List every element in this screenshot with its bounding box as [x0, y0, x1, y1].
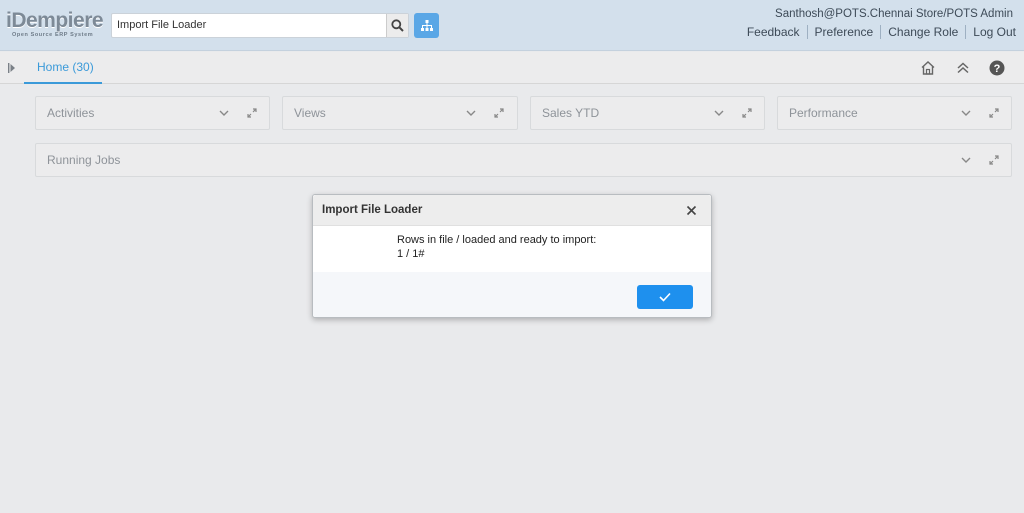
search-icon — [391, 19, 404, 32]
tab-home-label: Home (30) — [37, 60, 94, 74]
chevron-down-icon[interactable] — [961, 109, 971, 117]
tab-home[interactable]: Home (30) — [24, 52, 102, 84]
logo-subtitle: Open Source ERP System — [12, 32, 94, 38]
ok-button[interactable] — [637, 285, 693, 309]
change-role-link[interactable]: Change Role — [881, 25, 967, 39]
maximize-icon[interactable] — [494, 108, 504, 118]
header-links: Feedback Preference Change Role Log Out — [740, 25, 1016, 39]
maximize-icon[interactable] — [247, 108, 257, 118]
close-icon[interactable] — [686, 205, 697, 216]
expand-west-panel-icon[interactable] — [8, 63, 16, 73]
tab-bar: Home (30) ? — [0, 52, 1024, 84]
panel-title: Performance — [789, 106, 858, 120]
maximize-icon[interactable] — [742, 108, 752, 118]
idempiere-logo[interactable]: iDempiere Open Source ERP System — [6, 10, 108, 40]
maximize-icon[interactable] — [989, 108, 999, 118]
dialog-message-count: 1 / 1# — [397, 248, 425, 260]
dashboard-panel-activities: Activities — [35, 96, 270, 130]
top-header: iDempiere Open Source ERP System Import … — [0, 0, 1024, 51]
panel-title: Running Jobs — [47, 153, 121, 167]
dialog-title: Import File Loader — [322, 204, 423, 216]
panel-title: Activities — [47, 106, 95, 120]
dialog-message-line: Rows in file / loaded and ready to impor… — [397, 234, 597, 246]
dashboard-panel-sales-ytd: Sales YTD — [530, 96, 765, 130]
chevron-down-icon[interactable] — [466, 109, 476, 117]
sitemap-icon — [420, 20, 433, 31]
checkmark-icon — [659, 292, 671, 302]
dialog-body: Rows in file / loaded and ready to impor… — [313, 226, 711, 272]
chevron-down-icon[interactable] — [714, 109, 724, 117]
dashboard-panel-performance: Performance — [777, 96, 1012, 130]
search-button[interactable] — [386, 14, 408, 37]
search-input-value[interactable]: Import File Loader — [117, 19, 206, 31]
global-search-input[interactable]: Import File Loader — [111, 13, 409, 38]
preference-link[interactable]: Preference — [808, 25, 882, 39]
chevron-down-icon[interactable] — [961, 156, 971, 164]
panel-title: Sales YTD — [542, 106, 600, 120]
logout-link[interactable]: Log Out — [966, 25, 1016, 39]
dashboard-panel-views: Views — [282, 96, 518, 130]
svg-text:?: ? — [994, 63, 1001, 75]
home-icon[interactable] — [920, 60, 936, 76]
maximize-icon[interactable] — [989, 155, 999, 165]
chevrons-up-icon[interactable] — [955, 60, 971, 76]
user-context-label[interactable]: Santhosh@POTS.Chennai Store/POTS Admin — [775, 8, 1013, 20]
dashboard-panel-running-jobs: Running Jobs — [35, 143, 1012, 177]
feedback-link[interactable]: Feedback — [740, 25, 808, 39]
panel-title: Views — [294, 106, 326, 120]
import-file-loader-dialog: Import File Loader Rows in file / loaded… — [312, 194, 712, 318]
dialog-footer — [313, 272, 711, 317]
menu-tree-button[interactable] — [414, 13, 439, 38]
help-icon[interactable]: ? — [989, 60, 1005, 76]
dialog-header: Import File Loader — [313, 195, 711, 226]
logo-text: iDempiere — [6, 9, 104, 32]
chevron-down-icon[interactable] — [219, 109, 229, 117]
